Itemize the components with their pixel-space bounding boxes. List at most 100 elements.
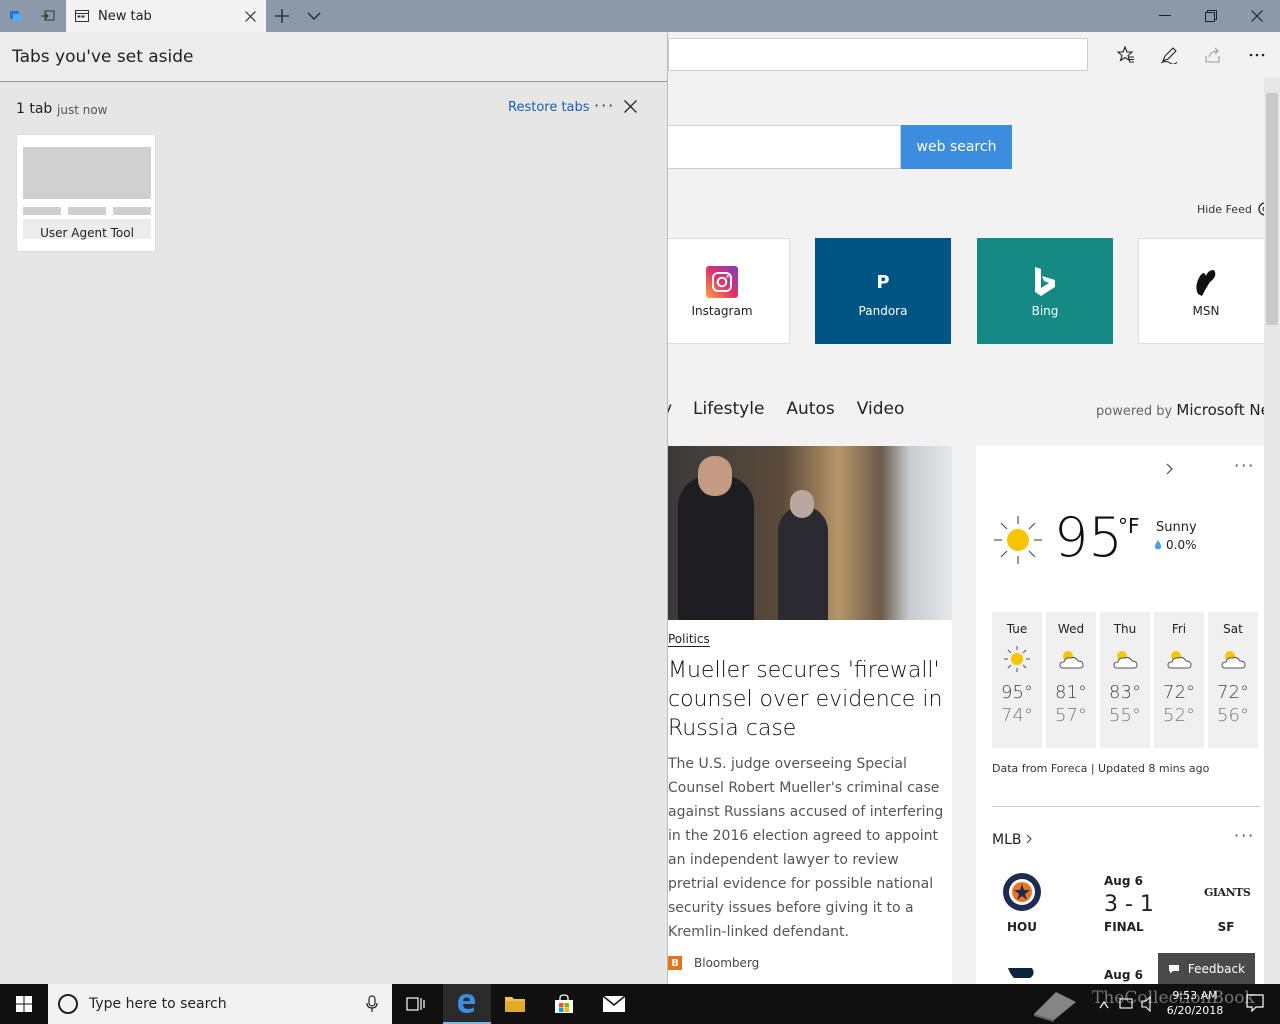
forecast-day[interactable]: Tue 95° 74° [992, 612, 1042, 748]
chevron-right-icon[interactable] [1166, 460, 1174, 479]
precipitation: 0.0% [1154, 538, 1197, 552]
panel-header: Tabs you've set aside [0, 32, 667, 82]
panel-title: Tabs you've set aside [12, 47, 194, 67]
partly-cloudy-icon [1164, 644, 1194, 674]
tab-preview-chevron-icon[interactable] [298, 0, 330, 32]
minimize-icon[interactable] [1142, 0, 1188, 32]
forecast-day[interactable]: Thu 83° 55° [1100, 612, 1150, 748]
close-window-icon[interactable] [1234, 0, 1280, 32]
scroll-thumb[interactable] [1266, 93, 1278, 325]
top-site-instagram[interactable]: Instagram [668, 238, 790, 344]
hide-feed-link[interactable]: Hide Feed [1197, 203, 1252, 216]
taskbar-search-box[interactable]: Type here to search [48, 984, 392, 1024]
news-headline[interactable]: Mueller secures 'firewall' counsel over … [668, 656, 948, 743]
web-search-input[interactable] [668, 125, 901, 169]
day-low: 55° [1109, 705, 1141, 726]
partly-cloudy-icon [1056, 644, 1086, 674]
news-categories: Lifestyle Autos Video [693, 399, 926, 419]
mlb-link[interactable]: MLB [992, 832, 1033, 848]
sun-icon [1002, 644, 1032, 674]
day-high: 81° [1055, 682, 1087, 703]
notes-pen-icon[interactable] [1152, 38, 1186, 71]
tile-label: Bing [1031, 304, 1059, 318]
day-low: 74° [1001, 705, 1033, 726]
address-field[interactable] [668, 38, 1088, 71]
precip-value: 0.0% [1166, 538, 1197, 552]
bloomberg-icon: B [668, 956, 682, 970]
weather-more-icon[interactable]: ··· [1234, 456, 1255, 475]
home-team: HOU [1007, 920, 1037, 934]
edge-browser-icon[interactable] [443, 984, 491, 1024]
gear-icon[interactable] [1256, 200, 1264, 222]
msn-icon [1192, 264, 1220, 300]
category-lifestyle[interactable]: Lifestyle [693, 399, 764, 419]
feedback-button[interactable]: Feedback [1158, 953, 1255, 984]
forecast-day[interactable]: Fri 72° 52° [1154, 612, 1204, 748]
cortana-icon [58, 994, 78, 1014]
game-status: FINAL [1104, 920, 1144, 934]
mail-icon[interactable] [590, 984, 638, 1024]
top-site-msn[interactable]: MSN [1138, 238, 1264, 344]
address-bar-row [668, 32, 1280, 77]
more-options-icon[interactable] [1240, 38, 1274, 71]
forecast-day[interactable]: Sat 72° 56° [1208, 612, 1258, 748]
powered-brand: Microsoft New [1176, 401, 1264, 419]
group-more-icon[interactable]: ··· [594, 96, 615, 115]
system-tray-icons[interactable] [1098, 995, 1158, 1016]
microphone-icon[interactable] [366, 995, 378, 1013]
chevron-right-icon [1026, 834, 1032, 844]
temperature-unit[interactable]: °F [1118, 514, 1140, 538]
set-aside-tab-thumbnail[interactable]: User Agent Tool [16, 134, 156, 252]
windows-start-icon[interactable] [0, 984, 48, 1024]
bing-icon [1033, 264, 1057, 300]
action-center-icon[interactable] [1246, 994, 1264, 1016]
tabs-aside-icon[interactable] [0, 0, 32, 32]
web-search-button[interactable]: web search [901, 125, 1012, 169]
clock-time: 9:53 AM [1172, 989, 1218, 1002]
new-tab-icon[interactable] [266, 0, 298, 32]
clock-date: 6/20/2018 [1166, 1004, 1224, 1017]
feedback-label: Feedback [1187, 961, 1246, 976]
news-source-name: Bloomberg [694, 956, 760, 970]
tab-group-time: just now [57, 103, 108, 117]
close-tab-icon[interactable] [234, 0, 266, 32]
top-site-bing[interactable]: Bing [977, 238, 1113, 344]
tigers-logo-icon [1004, 966, 1038, 984]
share-icon[interactable] [1196, 38, 1230, 71]
taskbar-search-placeholder: Type here to search [89, 996, 227, 1012]
tile-label: Instagram [691, 304, 753, 318]
day-name: Thu [1113, 622, 1137, 636]
category-autos[interactable]: Autos [786, 399, 834, 419]
news-summary: The U.S. judge overseeing Special Counse… [668, 756, 944, 940]
day-name: Sat [1223, 622, 1243, 636]
taskbar-clock[interactable]: 9:53 AM 6/20/2018 [1160, 988, 1230, 1018]
news-category[interactable]: Politics [668, 632, 710, 647]
info-card: ··· 95 °F Sunny 0.0% Tue 95° 74° Wed 81°… [976, 446, 1264, 984]
day-low: 56° [1217, 705, 1249, 726]
page-scrollbar[interactable] [1264, 77, 1280, 984]
task-view-icon[interactable] [392, 984, 440, 1024]
favorites-icon[interactable] [1109, 38, 1143, 71]
top-site-pandora[interactable]: P Pandora [815, 238, 951, 344]
partly-cloudy-icon [1110, 644, 1140, 674]
forecast-day[interactable]: Wed 81° 57° [1046, 612, 1096, 748]
feedback-icon [1168, 964, 1179, 973]
game-score[interactable]: 3 - 1 [1104, 892, 1154, 917]
day-high: 72° [1217, 682, 1249, 703]
tab-new-tab[interactable]: New tab [66, 0, 266, 32]
category-video[interactable]: Video [857, 399, 905, 419]
taskbar: Type here to search TheCollectionBook 9:… [0, 984, 1280, 1024]
restore-tabs-link[interactable]: Restore tabs [508, 100, 590, 115]
file-explorer-icon[interactable] [491, 984, 539, 1024]
store-icon[interactable] [540, 984, 588, 1024]
pandora-icon: P [876, 271, 890, 293]
day-name: Wed [1057, 622, 1085, 636]
restore-icon[interactable] [1188, 0, 1234, 32]
mlb-more-icon[interactable]: ··· [1234, 826, 1255, 845]
set-tabs-aside-icon[interactable] [32, 0, 64, 32]
news-card[interactable]: Politics Mueller secures 'firewall' coun… [668, 446, 952, 984]
close-icon[interactable] [624, 98, 637, 117]
watermark-book-icon [1030, 988, 1080, 1024]
mlb-label: MLB [992, 832, 1022, 848]
title-bar: New tab [0, 0, 1280, 32]
